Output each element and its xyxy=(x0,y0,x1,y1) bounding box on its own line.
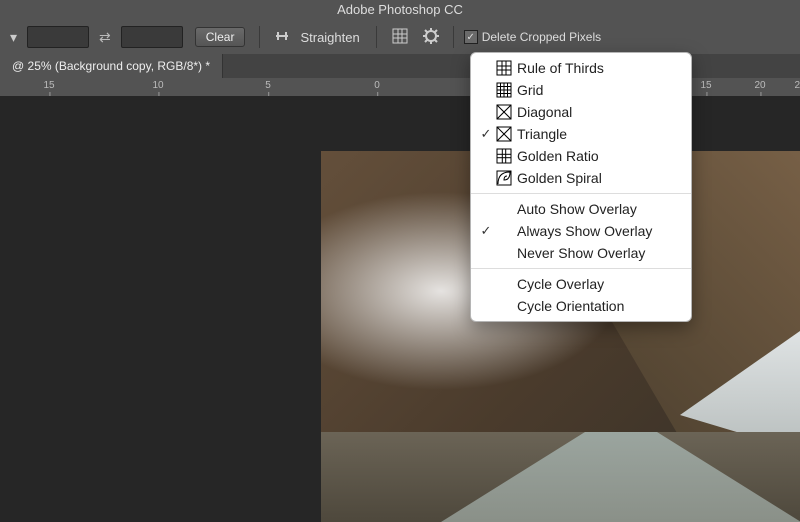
straighten-label: Straighten xyxy=(300,30,359,45)
menu-item-golden-ratio[interactable]: Golden Ratio xyxy=(471,145,691,167)
swap-dimensions-icon[interactable]: ⇄ xyxy=(95,29,115,46)
menu-item-label: Diagonal xyxy=(517,104,572,120)
diag-icon xyxy=(495,104,513,120)
crop-options-bar: ▾ ⇄ Clear Straighten ✓ Delete Cropped Pi… xyxy=(0,20,800,55)
ruler-tick: 10 xyxy=(152,80,163,91)
menu-item-grid[interactable]: Grid xyxy=(471,79,691,101)
menu-separator xyxy=(471,193,691,194)
straighten-icon[interactable] xyxy=(270,28,294,47)
menu-item-label: Golden Spiral xyxy=(517,170,602,186)
menu-item-label: Never Show Overlay xyxy=(517,245,645,261)
divider xyxy=(259,26,260,48)
overlay-options-button[interactable] xyxy=(387,25,413,50)
crop-settings-icon[interactable] xyxy=(419,28,443,47)
clear-button[interactable]: Clear xyxy=(195,27,246,47)
menu-item-label: Auto Show Overlay xyxy=(517,201,637,217)
menu-item-label: Rule of Thirds xyxy=(517,60,604,76)
document-tab[interactable]: @ 25% (Background copy, RGB/8*) * xyxy=(0,54,223,79)
checkbox-mark-icon: ✓ xyxy=(464,30,478,44)
menu-separator xyxy=(471,268,691,269)
divider xyxy=(376,26,377,48)
ruler-tick: 20 xyxy=(754,80,765,91)
menu-item-label: Triangle xyxy=(517,126,567,142)
check-icon: ✓ xyxy=(477,223,495,239)
menu-item-never-show-overlay[interactable]: Never Show Overlay xyxy=(471,242,691,264)
menu-item-cycle-overlay[interactable]: Cycle Overlay xyxy=(471,273,691,295)
menu-item-label: Cycle Overlay xyxy=(517,276,604,292)
grid4-icon xyxy=(495,82,513,98)
overlay-options-menu: Rule of Thirds Grid Diagonal ✓ Triangle Golde… xyxy=(470,52,692,322)
menu-item-cycle-orientation[interactable]: Cycle Orientation xyxy=(471,295,691,317)
tri-icon xyxy=(495,126,513,142)
menu-item-label: Grid xyxy=(517,82,543,98)
menu-item-triangle[interactable]: ✓ Triangle xyxy=(471,123,691,145)
menu-item-label: Cycle Orientation xyxy=(517,298,624,314)
crop-height-input[interactable] xyxy=(121,26,183,48)
menu-item-rule-of-thirds[interactable]: Rule of Thirds xyxy=(471,57,691,79)
menu-item-always-show-overlay[interactable]: ✓ Always Show Overlay xyxy=(471,220,691,242)
menu-item-label: Golden Ratio xyxy=(517,148,599,164)
check-icon: ✓ xyxy=(477,126,495,142)
ruler-tick: 25 xyxy=(794,80,800,91)
crop-width-input[interactable] xyxy=(27,26,89,48)
delete-cropped-checkbox[interactable]: ✓ Delete Cropped Pixels xyxy=(464,30,601,44)
ruler-tick: 0 xyxy=(374,80,380,91)
menu-item-golden-spiral[interactable]: Golden Spiral xyxy=(471,167,691,189)
menu-item-diagonal[interactable]: Diagonal xyxy=(471,101,691,123)
spiral-icon xyxy=(495,170,513,186)
app-title: Adobe Photoshop CC xyxy=(0,0,800,21)
ruler-tick: 15 xyxy=(700,80,711,91)
ruler-tick: 15 xyxy=(43,80,54,91)
grid3-icon xyxy=(495,60,513,76)
aspect-dropdown-icon[interactable]: ▾ xyxy=(6,29,21,46)
delete-cropped-label: Delete Cropped Pixels xyxy=(482,30,601,44)
divider xyxy=(453,26,454,48)
golden-icon xyxy=(495,148,513,164)
menu-item-label: Always Show Overlay xyxy=(517,223,652,239)
menu-item-auto-show-overlay[interactable]: Auto Show Overlay xyxy=(471,198,691,220)
ruler-tick: 5 xyxy=(265,80,271,91)
